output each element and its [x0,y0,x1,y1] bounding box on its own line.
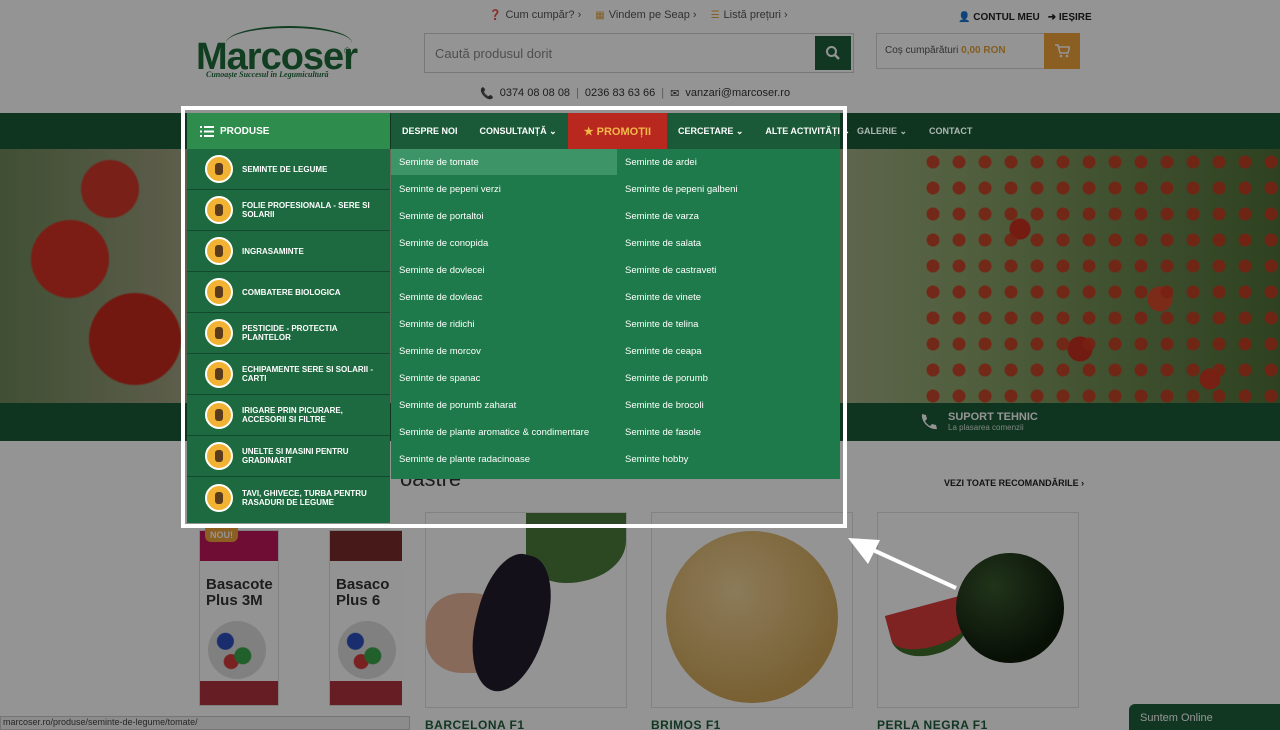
product-card-fertilizer[interactable]: Basacote Plus 3M Basaco Plus 6 NOU! [199,512,402,708]
account-links: 👤 CONTUL MEU ➜ IEȘIRE [958,12,1092,23]
support-subtitle: La plasarea comenzii [948,423,1024,432]
search-icon [826,46,840,60]
bag-band [330,531,402,561]
cart-widget[interactable]: Coș cumpărături 0,00 RON [876,33,1080,69]
search-input[interactable] [425,34,813,72]
highlight-frame [181,106,847,528]
support-text: SUPORT TEHNIC La plasarea comenzii [948,411,1038,432]
search-button[interactable] [815,36,851,70]
product-name[interactable]: BRIMOS F1 [651,718,721,730]
grid-icon: ▦ [595,9,605,21]
mail-icon: ✉ [670,88,680,100]
phone-icon: 📞 [480,88,494,100]
top-links: ❓ Cum cumpăr? › ▦ Vindem pe Seap › ☰ Listă … [489,9,788,21]
contact-line: 📞 0374 08 08 08 | 0236 83 63 66 | ✉ vanz… [480,87,790,100]
product-image-melon [666,531,838,703]
question-icon: ❓ [489,9,502,21]
cart-icon [1055,44,1070,58]
bag-graphic [208,621,266,679]
new-badge: NOU! [205,528,238,542]
my-account-link[interactable]: 👤 CONTUL MEU [958,12,1040,23]
product-card-barcelona[interactable] [425,512,627,708]
hero-cherry-tomatoes [920,149,1280,403]
top-link-seap[interactable]: ▦ Vindem pe Seap › [595,9,696,21]
logo-registered-mark: ® [344,46,351,56]
pointer-arrow-icon [848,538,957,590]
site-header: Marcoser ® Cunoaște Succesul în Legumicu… [0,0,1280,113]
nav-contact[interactable]: CONTACT [918,113,983,149]
cart-summary: Coș cumpărături 0,00 RON [885,45,1006,56]
product-image-fertilizer-1: Basacote Plus 3M [199,530,279,706]
logo-tagline: Cunoaște Succesul în Legumicultură [206,70,329,79]
top-link-price-list[interactable]: ☰ Listă prețuri › [711,9,788,21]
product-name[interactable]: BARCELONA F1 [425,718,525,730]
bag-label: Basaco Plus 6 [336,576,390,609]
cart-button[interactable] [1044,33,1080,69]
logout-icon: ➜ [1047,12,1059,23]
logout-link[interactable]: ➜ IEȘIRE [1048,12,1092,23]
search-box [424,33,854,73]
cart-amount: 0,00 RON [961,45,1006,56]
chat-widget[interactable]: Suntem Online [1129,704,1280,730]
phone-icon [921,413,937,429]
product-image-fertilizer-2: Basaco Plus 6 [329,530,402,706]
product-card-brimos[interactable] [651,512,853,708]
support-title: SUPORT TEHNIC [948,411,1038,423]
logo[interactable]: Marcoser ® Cunoaște Succesul în Legumicu… [196,26,358,84]
main-nav-continued: GALERIE ⌄ CONTACT [846,113,983,149]
bag-band-bottom [330,681,402,705]
bag-graphic [338,621,396,679]
browser-status-url: marcoser.ro/produse/seminte-de-legume/to… [0,716,410,730]
product-name[interactable]: PERLA NEGRA F1 [877,718,988,730]
top-link-how-to-buy[interactable]: ❓ Cum cumpăr? › [489,9,581,21]
phone-2[interactable]: 0236 83 63 66 [585,87,655,100]
list-icon: ☰ [710,9,720,21]
support-item[interactable]: SUPORT TEHNIC La plasarea comenzii [918,411,1038,432]
bag-label: Basacote Plus 3M [206,576,273,609]
separator: | [661,87,665,99]
phone-1[interactable]: 0374 08 08 08 [500,87,570,100]
separator: | [576,87,579,99]
see-all-recommendations-link[interactable]: VEZI TOATE RECOMANDĂRILE › [944,478,1084,488]
nav-galerie[interactable]: GALERIE ⌄ [846,113,918,149]
bag-band-bottom [200,681,278,705]
email-link[interactable]: vanzari@marcoser.ro [685,87,790,100]
user-icon: 👤 [958,12,974,23]
